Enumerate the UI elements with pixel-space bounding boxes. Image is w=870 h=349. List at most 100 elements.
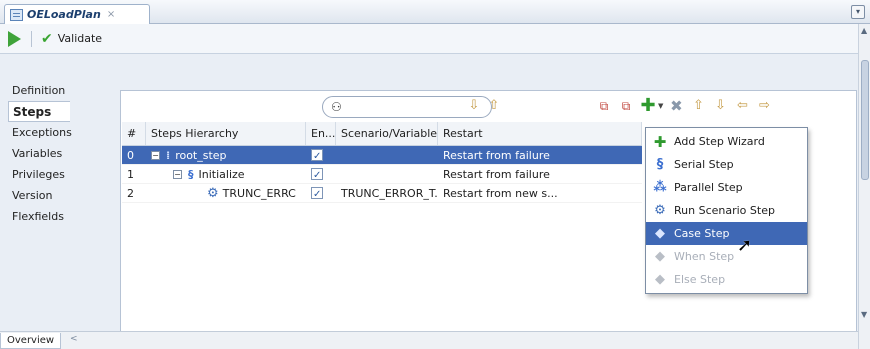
nav-flexfields[interactable]: Flexfields xyxy=(8,206,70,227)
expand-all-icon[interactable]: ⧉ xyxy=(595,97,613,115)
editor-tab-bar: OELoadPlan × ▾ xyxy=(0,0,870,24)
move-right-icon[interactable]: ⇨ xyxy=(755,97,773,115)
steps-toolbar: ⧉ ⧉ ✚ ▼ ✖ ⇧ ⇩ ⇦ ⇨ xyxy=(595,97,773,116)
serial-step-icon: § xyxy=(188,167,194,181)
scenario-cell xyxy=(336,146,438,164)
add-step-menu: ✚ Add Step Wizard § Serial Step ⁂ Parall… xyxy=(645,127,808,294)
col-steps-hierarchy[interactable]: Steps Hierarchy xyxy=(146,122,306,145)
nav-exceptions[interactable]: Exceptions xyxy=(8,122,72,143)
move-down-icon[interactable]: ⇩ xyxy=(711,97,729,115)
toolbar-separator xyxy=(31,30,32,47)
menu-item-serial-step[interactable]: § Serial Step xyxy=(646,153,807,176)
nav-privileges[interactable]: Privileges xyxy=(8,164,70,185)
vertical-scrollbar[interactable]: ▲ ▼ xyxy=(858,24,870,349)
table-row[interactable]: 0 − ⁞ root_step Restart from failure xyxy=(122,146,642,165)
nav-variables[interactable]: Variables xyxy=(8,143,70,164)
enabled-checkbox[interactable] xyxy=(311,166,323,183)
collapse-all-icon[interactable]: ⧉ xyxy=(617,97,635,115)
bottom-bar: Overview < xyxy=(0,331,858,349)
restart-cell[interactable]: Restart from failure xyxy=(438,146,642,164)
scenario-cell: TRUNC_ERROR_T... xyxy=(341,187,438,200)
scroll-left-icon[interactable]: < xyxy=(70,334,78,344)
col-restart[interactable]: Restart xyxy=(438,122,642,145)
close-icon[interactable]: × xyxy=(107,9,115,20)
parallel-step-icon: ⁂ xyxy=(653,180,667,195)
scenario-icon: ⚙ xyxy=(207,185,219,201)
find-previous-icon[interactable]: ⇧ xyxy=(486,98,502,114)
row-hierarchy-cell: ⚙ TRUNC_ERRC xyxy=(146,184,306,202)
add-step-icon[interactable]: ✚ xyxy=(639,97,657,115)
chevron-down-icon[interactable]: ▼ xyxy=(658,102,663,110)
enabled-cell xyxy=(306,184,336,202)
search-nav: ⇩ ⇧ xyxy=(466,98,502,114)
diamond-icon: ◆ xyxy=(655,272,665,287)
move-left-icon[interactable]: ⇦ xyxy=(733,97,751,115)
nav-steps[interactable]: Steps xyxy=(8,101,70,122)
add-icon: ✚ xyxy=(653,132,667,151)
section-nav: Definition Steps Exceptions Variables Pr… xyxy=(8,80,72,227)
serial-step-icon: § xyxy=(656,157,664,172)
validate-button[interactable]: ✔ Validate xyxy=(41,31,102,47)
case-step-icon: ◆ xyxy=(655,226,665,241)
menu-item-run-scenario-step[interactable]: ⚙ Run Scenario Step xyxy=(646,199,807,222)
scenario-icon: ⚙ xyxy=(654,203,666,218)
restart-cell[interactable]: Restart from new s... xyxy=(438,184,642,202)
menu-label: Run Scenario Step xyxy=(674,204,775,217)
collapse-icon[interactable]: − xyxy=(173,169,182,179)
row-number: 0 xyxy=(127,149,134,162)
move-up-icon[interactable]: ⇧ xyxy=(689,97,707,115)
menu-item-add-step-wizard[interactable]: ✚ Add Step Wizard xyxy=(646,130,807,153)
tab-oeloadplan[interactable]: OELoadPlan × xyxy=(4,4,150,24)
scroll-down-icon[interactable]: ▼ xyxy=(861,310,867,319)
menu-label: Add Step Wizard xyxy=(674,135,765,148)
tab-list-dropdown-icon[interactable]: ▾ xyxy=(851,5,865,19)
menu-item-case-step[interactable]: ◆ Case Step xyxy=(646,222,807,245)
serial-step-icon: ⁞ xyxy=(166,148,171,162)
table-row[interactable]: 1 − § Initialize Restart from failure xyxy=(122,165,642,184)
enabled-checkbox[interactable] xyxy=(311,185,323,202)
menu-item-when-step: ◆ When Step xyxy=(646,245,807,268)
enabled-checkbox[interactable] xyxy=(311,147,323,164)
diamond-icon: ◆ xyxy=(655,249,665,264)
scenario-cell xyxy=(336,165,438,183)
col-enabled[interactable]: En... xyxy=(306,122,336,145)
menu-label: Else Step xyxy=(674,273,726,286)
col-number[interactable]: # xyxy=(122,122,146,145)
col-scenario-variable[interactable]: Scenario/Variable xyxy=(336,122,438,145)
row-number: 1 xyxy=(127,168,134,181)
enabled-cell xyxy=(306,165,336,183)
step-name: TRUNC_ERRC xyxy=(222,186,296,200)
step-name: root_step xyxy=(175,148,227,162)
menu-label: Parallel Step xyxy=(674,181,743,194)
nav-version[interactable]: Version xyxy=(8,185,70,206)
restart-cell[interactable]: Restart from failure xyxy=(438,165,642,183)
tab-title: OELoadPlan xyxy=(27,8,101,21)
mouse-pointer-icon: ➚ xyxy=(737,235,753,256)
menu-item-else-step: ◆ Else Step xyxy=(646,268,807,291)
row-hierarchy-cell: − ⁞ root_step xyxy=(146,146,306,164)
menu-label: Case Step xyxy=(674,227,730,240)
menu-label: When Step xyxy=(674,250,735,263)
scroll-thumb[interactable] xyxy=(861,60,869,180)
binoculars-icon: ⚇ xyxy=(331,100,342,114)
delete-icon[interactable]: ✖ xyxy=(667,97,685,115)
nav-definition[interactable]: Definition xyxy=(8,80,70,101)
run-icon[interactable] xyxy=(8,30,21,47)
check-icon: ✔ xyxy=(41,30,53,47)
row-number: 2 xyxy=(127,187,134,200)
collapse-icon[interactable]: − xyxy=(151,150,160,160)
steps-table: # Steps Hierarchy En... Scenario/Variabl… xyxy=(122,122,642,203)
find-next-icon[interactable]: ⇩ xyxy=(466,98,482,114)
menu-label: Serial Step xyxy=(674,158,734,171)
step-name: Initialize xyxy=(198,167,245,181)
menu-item-parallel-step[interactable]: ⁂ Parallel Step xyxy=(646,176,807,199)
scroll-up-icon[interactable]: ▲ xyxy=(861,26,867,35)
row-hierarchy-cell: − § Initialize xyxy=(146,165,306,183)
tab-overview[interactable]: Overview xyxy=(0,333,62,349)
load-plan-icon xyxy=(10,8,23,21)
validate-label: Validate xyxy=(57,32,103,45)
table-header: # Steps Hierarchy En... Scenario/Variabl… xyxy=(122,122,642,146)
editor-toolbar: ✔ Validate xyxy=(0,24,858,54)
enabled-cell xyxy=(306,146,336,164)
table-row[interactable]: 2 ⚙ TRUNC_ERRC TRUNC_ERROR_T... Restart … xyxy=(122,184,642,203)
